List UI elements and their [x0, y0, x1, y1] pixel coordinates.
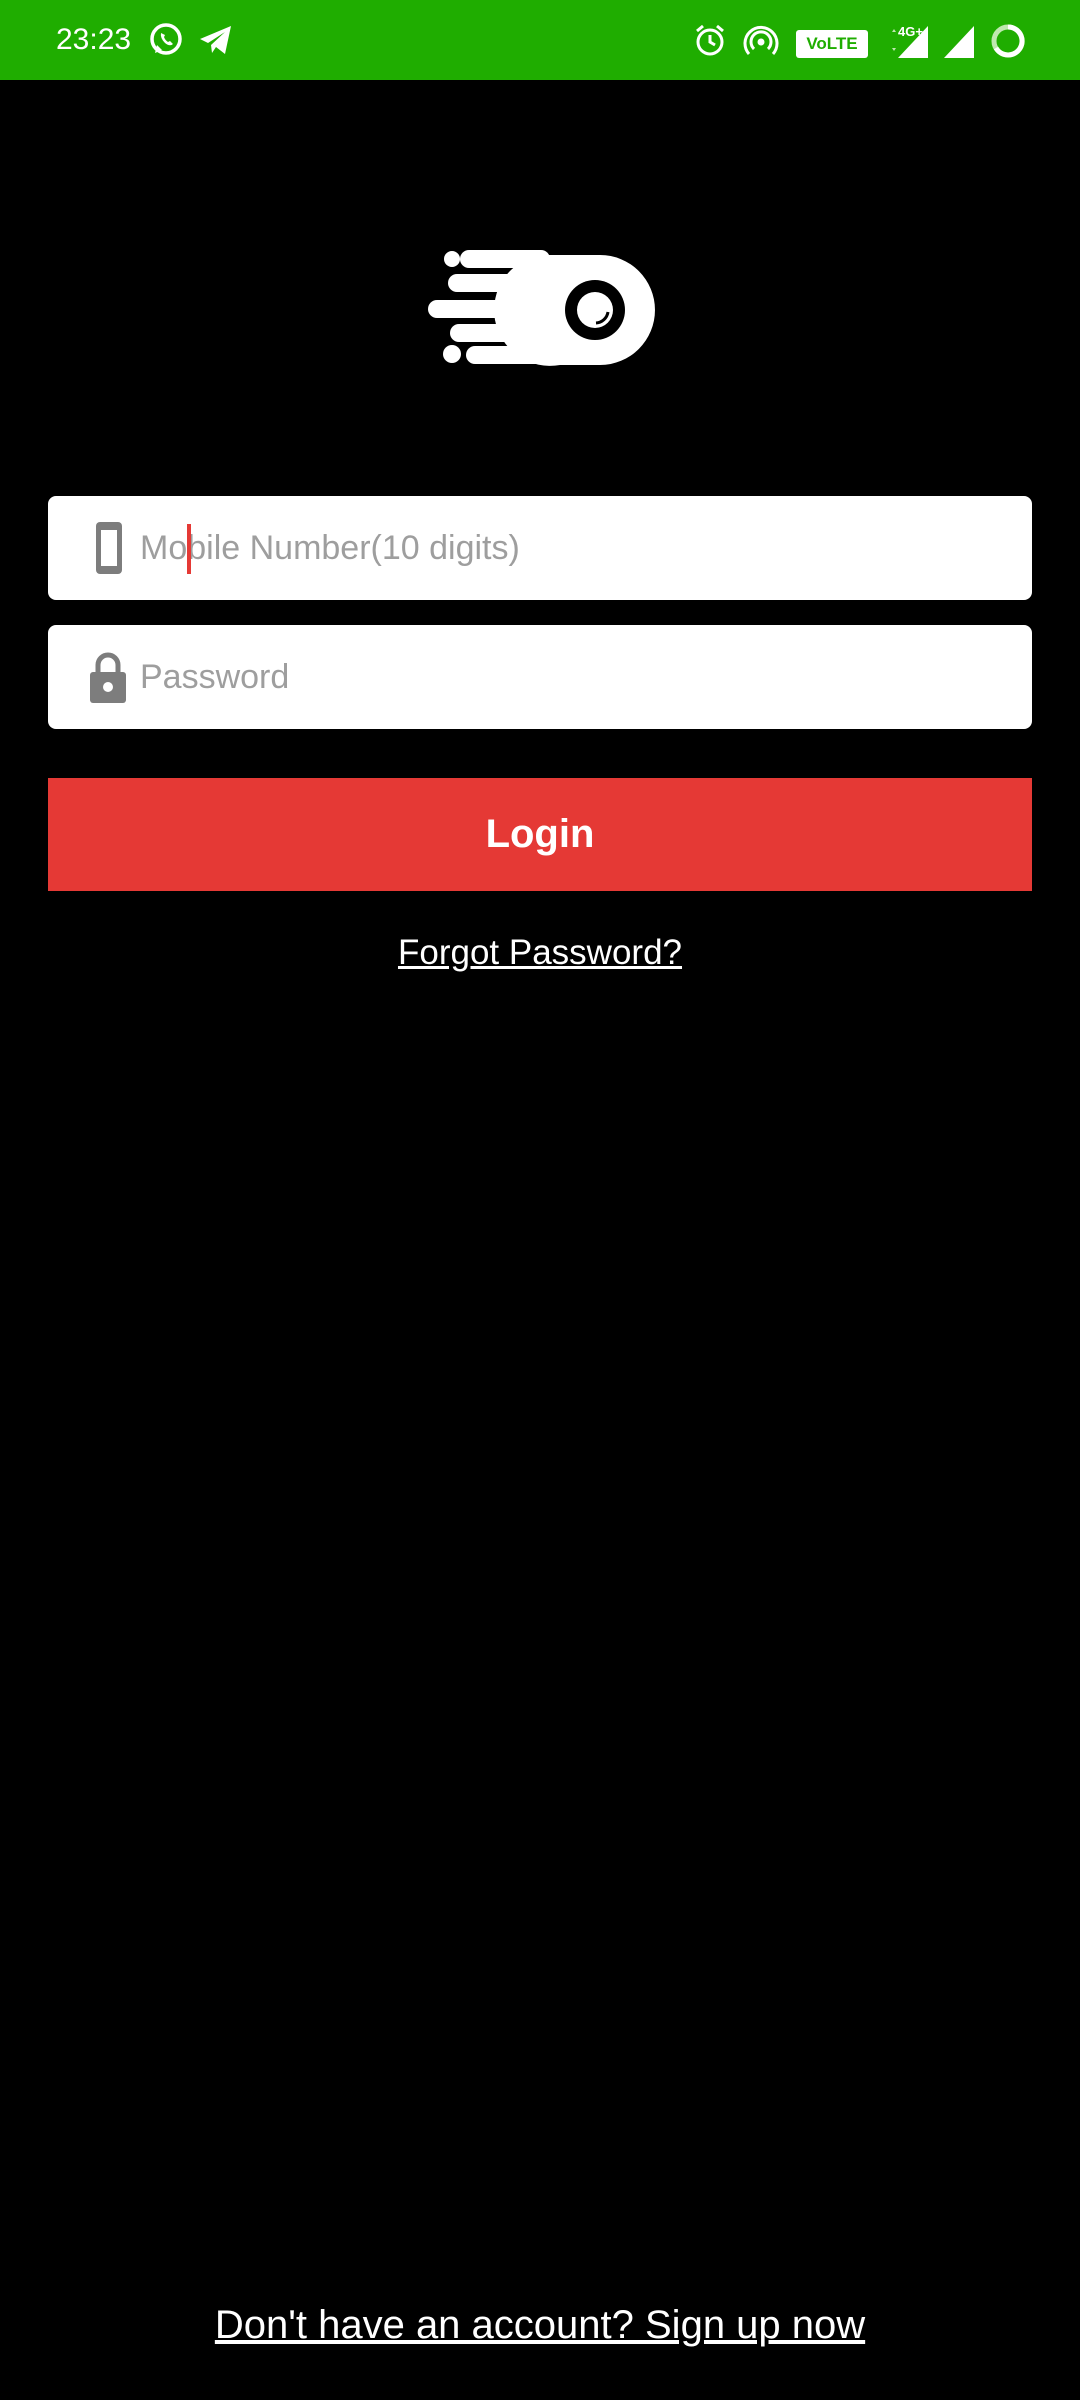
mobile-number-field[interactable]	[48, 496, 1032, 600]
lock-icon	[80, 649, 136, 705]
password-input[interactable]	[138, 625, 998, 729]
signal-icon	[884, 20, 932, 60]
volte-badge: VoLTE	[796, 30, 868, 58]
login-screen: 23:23 VoLTE 4G+ Mobile Number(10 digits)…	[0, 0, 1080, 2400]
text-cursor	[187, 524, 191, 574]
mobile-number-input[interactable]	[138, 496, 998, 600]
forgot-password-link[interactable]: Forgot Password?	[0, 928, 1080, 978]
signup-link[interactable]: Don't have an account? Sign up now	[0, 2297, 1080, 2353]
status-bar: 23:23 VoLTE 4G+	[0, 0, 1080, 80]
telegram-icon	[197, 20, 235, 60]
password-field[interactable]	[48, 625, 1032, 729]
signal-icon	[938, 20, 978, 60]
status-time: 23:23	[56, 23, 132, 56]
app-logo	[420, 250, 660, 375]
alarm-icon	[692, 20, 728, 60]
login-button[interactable]: Login	[48, 778, 1032, 891]
whatsapp-icon	[148, 20, 184, 60]
speed-ball-logo-icon	[420, 250, 660, 379]
mobile-phone-icon	[80, 520, 136, 576]
hotspot-icon	[742, 20, 780, 60]
battery-icon	[988, 20, 1028, 60]
